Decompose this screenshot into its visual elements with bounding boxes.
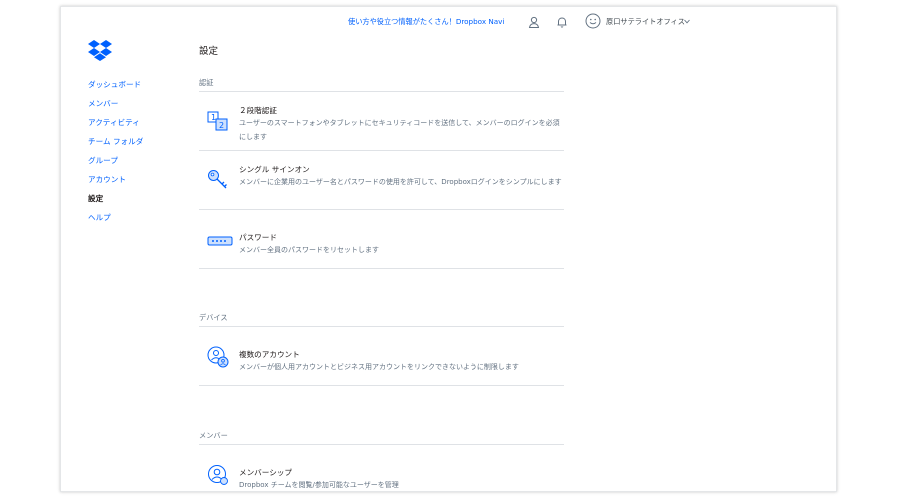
setting-title: ２段階認証	[239, 106, 277, 115]
membership-icon	[208, 465, 228, 485]
dropbox-navi-link[interactable]: 使い方や役立つ情報がたくさん！Dropbox Navi	[348, 17, 504, 27]
account-name[interactable]: 原口サテライトオフィス	[606, 17, 685, 27]
divider	[199, 268, 564, 269]
setting-title: シングル サインオン	[239, 165, 310, 174]
sidebar-item-members[interactable]: メンバー	[88, 97, 188, 116]
setting-title: メンバーシップ	[239, 468, 293, 477]
account-avatar[interactable]	[585, 13, 601, 29]
svg-text:1: 1	[211, 113, 216, 122]
app-window: 使い方や役立つ情報がたくさん！Dropbox Navi 原口サテライトオフィス	[60, 6, 837, 492]
sidebar-item-groups[interactable]: グループ	[88, 154, 188, 173]
setting-title: 複数のアカウント	[239, 350, 300, 359]
setting-single-sign-on[interactable]: シングル サインオン メンバーに企業用のユーザー名とパスワードの使用を許可して、…	[199, 151, 564, 209]
sidebar-item-account[interactable]: アカウント	[88, 173, 188, 192]
key-icon	[208, 170, 227, 189]
section-label-devices: デバイス	[199, 313, 228, 322]
setting-two-step[interactable]: 1 2 ２段階認証 ユーザーのスマートフォンやタブレットにセキュリティコードを送…	[199, 92, 564, 150]
section-label-members: メンバー	[199, 431, 228, 440]
dropbox-logo[interactable]	[88, 39, 112, 61]
multi-account-icon	[207, 346, 229, 368]
divider	[199, 385, 564, 386]
chevron-down-icon[interactable]	[684, 19, 690, 24]
setting-membership[interactable]: メンバーシップ Dropbox チームを閲覧/参加可能なユーザーを管理	[199, 445, 564, 491]
sidebar-item-help[interactable]: ヘルプ	[88, 211, 188, 230]
setting-description: メンバー全員のパスワードをリセットします	[239, 246, 379, 254]
setting-multiple-accounts[interactable]: 複数のアカウント メンバーが個人用アカウントとビジネス用アカウントをリンクできな…	[199, 327, 564, 385]
password-icon	[207, 236, 233, 246]
top-bar: 使い方や役立つ情報がたくさん！Dropbox Navi 原口サテライトオフィス	[61, 7, 836, 39]
two-step-icon: 1 2	[207, 111, 228, 131]
setting-description: メンバーに企業用のユーザー名とパスワードの使用を許可して、Dropboxログイン…	[239, 178, 562, 186]
svg-text:2: 2	[219, 121, 224, 130]
setting-description: メンバーが個人用アカウントとビジネス用アカウントをリンクできないように制限します	[239, 363, 519, 371]
user-icon[interactable]	[527, 15, 541, 29]
setting-title: パスワード	[239, 233, 277, 242]
bell-icon[interactable]	[555, 15, 569, 29]
section-label-auth: 認証	[199, 78, 214, 87]
setting-description: Dropbox チームを閲覧/参加可能なユーザーを管理	[239, 481, 399, 489]
sidebar-item-activity[interactable]: アクティビティ	[88, 116, 188, 135]
sidebar-item-dashboard[interactable]: ダッシュボード	[88, 78, 188, 97]
sidebar-item-team-folders[interactable]: チーム フォルダ	[88, 135, 188, 154]
sidebar-nav: ダッシュボード メンバー アクティビティ チーム フォルダ グループ アカウント…	[88, 78, 188, 230]
setting-password[interactable]: パスワード メンバー全員のパスワードをリセットします	[199, 210, 564, 268]
sidebar-item-settings[interactable]: 設定	[88, 192, 188, 211]
page-title: 設定	[199, 46, 219, 57]
setting-description: ユーザーのスマートフォンやタブレットにセキュリティコードを送信して、メンバーのロ…	[239, 119, 560, 141]
